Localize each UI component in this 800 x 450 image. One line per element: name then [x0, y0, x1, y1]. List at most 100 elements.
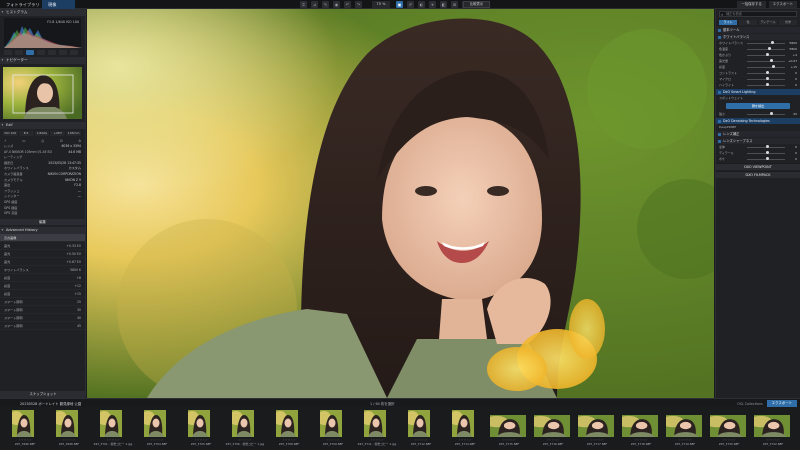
tab-color[interactable]: 色 [739, 20, 757, 25]
slider-track[interactable] [747, 47, 785, 50]
slider-knob[interactable] [766, 83, 769, 86]
slider-knob[interactable] [767, 47, 771, 50]
slider-knob[interactable] [766, 53, 769, 56]
film-thumbnail[interactable]: ☆☆☆☆☆ Z97_3720.NEF [708, 409, 750, 448]
mask-icon[interactable]: ◧ [440, 1, 447, 8]
export-top-button[interactable]: エクスポート [768, 1, 797, 8]
picker-icon[interactable]: ⌖ [429, 1, 436, 8]
slider-track[interactable] [747, 145, 785, 148]
history-item[interactable]: 露光 +0.67 EV [0, 258, 85, 266]
film-thumbnail[interactable]: ☆☆☆☆☆ Z97_3714.NEF [444, 409, 486, 448]
enable-checkbox[interactable] [718, 28, 721, 32]
channel-all-icon[interactable] [26, 50, 34, 55]
slider-knob[interactable] [766, 71, 769, 74]
slider-track[interactable] [747, 53, 785, 56]
lens-sharpness-header[interactable]: レンズシャープネス [716, 138, 800, 144]
slider-knob[interactable] [766, 151, 769, 154]
export-button[interactable]: エクスポート [766, 400, 797, 407]
history-item[interactable]: 彩度 +8 [0, 274, 85, 282]
slider-track[interactable] [747, 59, 785, 62]
slider-knob[interactable] [769, 59, 773, 62]
undo-icon[interactable]: ↶ [344, 1, 351, 8]
zoom-select[interactable]: 75 % [372, 1, 390, 8]
history-item[interactable]: 露光 +0.33 EV [0, 242, 85, 250]
tab-light[interactable]: ライト [719, 20, 737, 25]
slider-track[interactable] [747, 83, 785, 86]
grid-icon[interactable]: ⊞ [451, 1, 458, 8]
advanced-history-header[interactable]: Advanced History [0, 226, 85, 234]
sun-icon[interactable] [70, 50, 78, 55]
slider-knob[interactable] [766, 157, 769, 160]
channel-r-icon[interactable] [37, 50, 45, 55]
tab-photo-library[interactable]: フォトライブラリ [0, 0, 46, 9]
slider-row[interactable]: ハイライト 0 [716, 82, 800, 88]
redo-icon[interactable]: ↷ [355, 1, 362, 8]
film-thumbnail[interactable]: ☆☆☆☆☆ Z97_3705.NEF [180, 409, 222, 448]
detect-faces-button[interactable]: 顔を検出 [726, 103, 790, 109]
film-thumbnail[interactable]: ☆☆☆☆☆ Z97_3706 - 仮想コピー 1.jpg [224, 409, 266, 448]
slider-knob[interactable] [766, 145, 769, 148]
compare-button[interactable]: 比較表示 [463, 1, 490, 8]
white-balance-header[interactable]: ホワイトバランス [716, 34, 800, 40]
filmpack-panel[interactable]: DXO FILMPACK [716, 171, 800, 178]
strength-slider[interactable]: 強さ 45 [716, 111, 800, 117]
rgb-icon[interactable] [15, 50, 23, 55]
denoise-mode[interactable]: DeepPRIME [716, 124, 800, 130]
history-item[interactable]: 露光 +0.50 EV [0, 250, 85, 258]
history-item[interactable]: スマート照明 25 [0, 298, 85, 306]
slider-knob[interactable] [772, 65, 776, 68]
history-item[interactable]: 彩度 +12 [0, 282, 85, 290]
film-thumbnail[interactable]: ☆☆☆☆☆ Z97_3715.NEF [488, 409, 530, 448]
history-item[interactable]: 彩度 +15 [0, 290, 85, 298]
film-thumbnail[interactable]: ☆☆☆☆☆ Z97_3704.NEF [136, 409, 178, 448]
image-viewer[interactable] [87, 9, 714, 398]
enable-checkbox[interactable] [718, 90, 721, 94]
smart-lighting-mode[interactable]: スポットウェイト [716, 95, 800, 101]
smart-lighting-header[interactable]: DxO Smart Lighting [716, 89, 800, 95]
slider-knob[interactable] [770, 41, 774, 44]
lens-correction-header[interactable]: レンズ補正 [716, 131, 800, 137]
slider-track[interactable] [747, 65, 785, 68]
repair-icon[interactable]: ✎ [322, 1, 329, 8]
history-item[interactable]: スマート照明 30 [0, 306, 85, 314]
collections-label[interactable]: OSL Collections [737, 402, 763, 406]
film-thumbnail[interactable]: ☆☆☆☆☆ Z97_3712.NEF [400, 409, 442, 448]
gradient-icon[interactable]: ◐ [418, 1, 425, 8]
denoise-header[interactable]: DxO Denoising Technologies [716, 118, 800, 124]
film-thumbnail[interactable]: ☆☆☆☆☆ Z97_3717.NEF [576, 409, 618, 448]
film-thumbnail[interactable]: ☆☆☆☆☆ Z97_3708.NEF [268, 409, 310, 448]
enable-checkbox[interactable] [718, 119, 721, 123]
histogram-header[interactable]: ヒストグラム [0, 9, 85, 16]
redeye-icon[interactable]: ◉ [333, 1, 340, 8]
history-item[interactable]: ホワイトバランス 5800 K [0, 266, 85, 274]
film-thumbnail[interactable]: ☆☆☆☆☆ Z97_3722.NEF [752, 409, 794, 448]
loupe-icon[interactable]: ▣ [396, 1, 403, 8]
enable-checkbox[interactable] [718, 139, 721, 143]
navigator-header[interactable]: ナビゲーター [0, 57, 85, 64]
slider-row[interactable]: ボケ 0 [716, 156, 800, 162]
slider-track[interactable] [747, 157, 785, 160]
moon-icon[interactable] [4, 50, 12, 55]
history-item[interactable]: スマート照明 40 [0, 314, 85, 322]
tab-detail[interactable]: ディテール [759, 20, 777, 25]
navigator-thumbnail[interactable] [3, 67, 82, 119]
film-thumbnail[interactable]: ☆☆☆☆☆ Z97_3701 - 仮想コピー 1.jpg [92, 409, 134, 448]
slider-track[interactable] [747, 41, 785, 44]
brush-icon[interactable]: ✐ [407, 1, 414, 8]
exif-header[interactable]: Exif [0, 122, 85, 129]
enable-checkbox[interactable] [718, 35, 721, 39]
tab-optics[interactable]: 光学 [779, 20, 797, 25]
edit-bar[interactable]: 編集 [0, 218, 85, 225]
slider-knob[interactable] [766, 77, 769, 80]
snapshot-bar[interactable]: スナップショット [0, 391, 85, 398]
film-thumbnail[interactable]: ☆☆☆☆☆ Z97_3709.NEF [312, 409, 354, 448]
slider-knob[interactable] [769, 112, 773, 115]
slider-track[interactable] [747, 71, 785, 74]
slider-track[interactable] [747, 77, 785, 80]
slider-track[interactable] [747, 151, 785, 154]
film-thumbnail[interactable]: ☆☆☆☆☆ Z97_3696.NEF [4, 409, 46, 448]
film-thumbnail[interactable]: ☆☆☆☆☆ Z97_3698.NEF [48, 409, 90, 448]
film-thumbnail[interactable]: ☆☆☆☆☆ Z97_3716.NEF [532, 409, 574, 448]
channel-g-icon[interactable] [48, 50, 56, 55]
film-thumbnail[interactable]: ☆☆☆☆☆ Z97_3718.NEF [620, 409, 662, 448]
